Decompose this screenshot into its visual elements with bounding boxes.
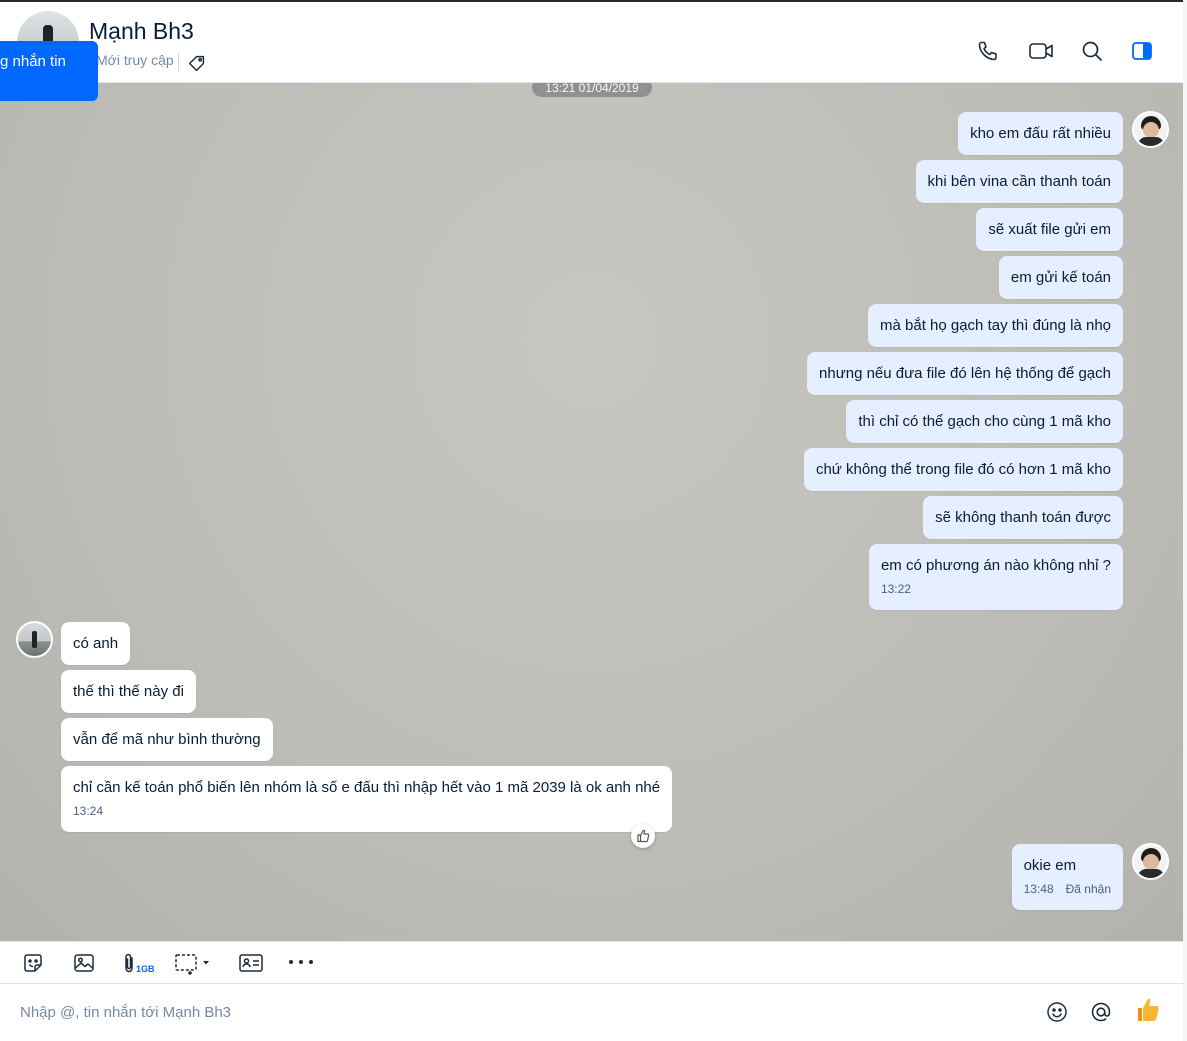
my-avatar[interactable] xyxy=(1132,843,1169,880)
message-bubble[interactable]: thì chỉ có thể gạch cho cùng 1 mã kho xyxy=(846,400,1123,443)
message-bubble[interactable]: nhưng nếu đưa file đó lên hệ thống để gạ… xyxy=(807,352,1123,395)
chat-header: Mạnh Bh3 Mới truy cập xyxy=(0,2,1183,83)
message-bubble[interactable]: okie em 13:48 Đã nhận xyxy=(1011,844,1123,910)
message-bubble[interactable]: có anh xyxy=(61,622,131,665)
message-text: chỉ cần kế toán phổ biến lên nhóm là số … xyxy=(73,779,661,796)
emoji-icon[interactable] xyxy=(1045,1000,1069,1024)
message-bubble[interactable]: chứ không thể trong file đó có hơn 1 mã … xyxy=(803,448,1123,491)
message-bubble[interactable]: chỉ cần kế toán phổ biến lên nhóm là số … xyxy=(61,766,673,832)
sticker-icon[interactable] xyxy=(21,951,45,975)
message-text: okie em xyxy=(1023,857,1077,874)
message-bubble[interactable]: em gửi kế toán xyxy=(998,256,1123,299)
composer-toolbar: 1GB xyxy=(0,941,1183,984)
message-input[interactable] xyxy=(20,1000,920,1024)
more-icon[interactable] xyxy=(287,951,317,975)
phone-call-icon[interactable] xyxy=(976,39,1000,63)
contact-avatar-small[interactable] xyxy=(16,621,53,658)
header-divider xyxy=(178,53,179,71)
my-avatar[interactable] xyxy=(1132,111,1169,148)
contact-card-icon[interactable] xyxy=(238,951,264,975)
message-composer xyxy=(0,984,1183,1041)
search-icon[interactable] xyxy=(1080,39,1104,63)
message-time: 13:48 Đã nhận xyxy=(1024,882,1111,896)
message-action-button[interactable]: g nhắn tin xyxy=(0,41,98,101)
message-bubble[interactable]: em có phương án nào không nhỉ ? 13:22 xyxy=(868,544,1123,610)
reaction-button[interactable] xyxy=(631,824,655,848)
tag-icon[interactable] xyxy=(186,52,208,74)
attach-icon[interactable] xyxy=(121,951,137,975)
like-outline-icon xyxy=(637,829,650,843)
date-divider: 13:21 01/04/2019 xyxy=(532,83,652,97)
attachment-size-limit: 1GB xyxy=(136,964,155,974)
message-bubble[interactable]: mà bắt họ gạch tay thì đúng là nhọ xyxy=(868,304,1123,347)
message-bubble[interactable]: khi bên vina cần thanh toán xyxy=(915,160,1123,203)
window-right-edge xyxy=(1183,0,1187,1041)
message-bubble[interactable]: sẽ không thanh toán được xyxy=(923,496,1123,539)
conversation-info-panel-icon[interactable] xyxy=(1130,39,1154,63)
contact-name[interactable]: Mạnh Bh3 xyxy=(89,18,194,45)
thumbs-up-icon[interactable] xyxy=(1135,996,1161,1024)
message-bubble[interactable]: kho em đấu rất nhiều xyxy=(958,112,1123,155)
message-time: 13:22 xyxy=(880,582,911,596)
chat-messages-area[interactable]: 13:21 01/04/2019 kho em đấu rất nhiều kh… xyxy=(0,83,1183,941)
screenshot-icon[interactable] xyxy=(173,951,213,975)
message-bubble[interactable]: sẽ xuất file gửi em xyxy=(976,208,1123,251)
message-time-value: 13:48 xyxy=(1023,882,1054,896)
message-delivery-status: Đã nhận xyxy=(1065,882,1111,896)
mention-icon[interactable] xyxy=(1089,1000,1113,1024)
message-text: em có phương án nào không nhỉ ? xyxy=(880,557,1111,574)
last-access-status: Mới truy cập xyxy=(96,52,174,68)
message-bubble[interactable]: vẫn để mã như bình thường xyxy=(61,718,273,761)
message-time: 13:24 xyxy=(73,804,104,818)
message-bubble[interactable]: thế thì thế này đi xyxy=(61,670,196,713)
image-icon[interactable] xyxy=(72,951,96,975)
video-call-icon[interactable] xyxy=(1028,39,1055,63)
